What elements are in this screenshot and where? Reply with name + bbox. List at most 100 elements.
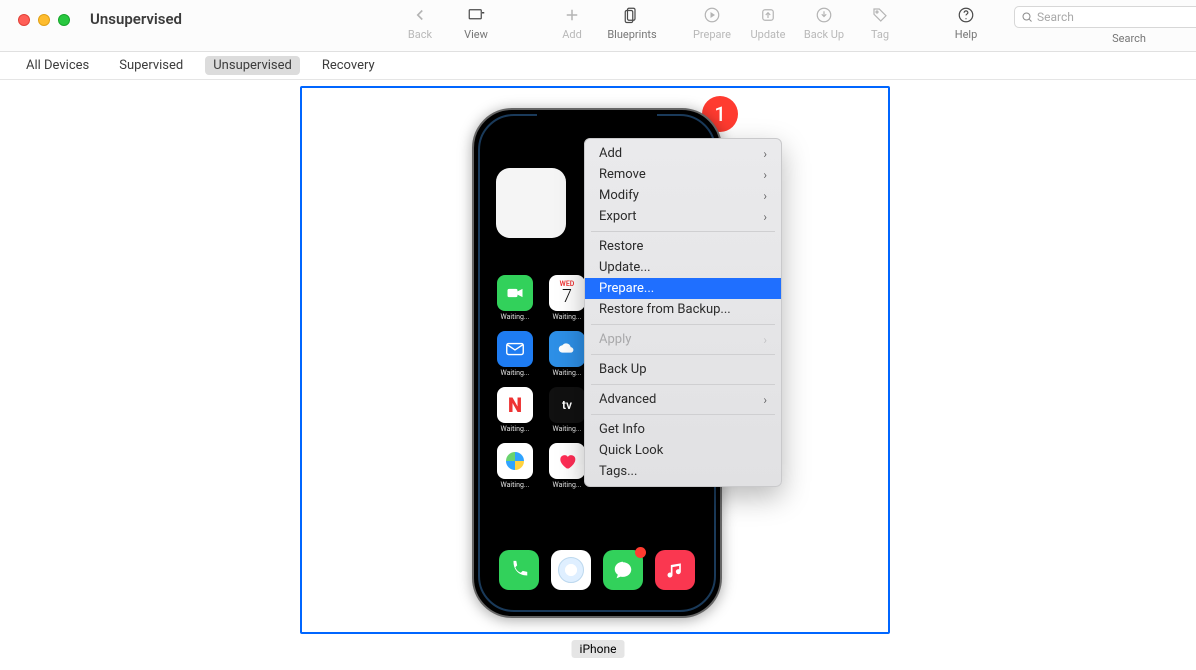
tag-icon xyxy=(871,6,889,24)
menu-separator xyxy=(591,231,775,232)
menu-add[interactable]: Add › xyxy=(585,143,781,164)
mail-icon xyxy=(497,331,533,367)
calendar-date: 7 xyxy=(562,288,572,306)
menu-separator xyxy=(591,354,775,355)
help-button[interactable]: Help xyxy=(938,6,994,50)
menu-label: Apply xyxy=(599,332,631,347)
add-label: Add xyxy=(562,28,582,41)
menu-label: Export xyxy=(599,209,637,224)
plus-icon xyxy=(563,6,581,24)
menu-restore[interactable]: Restore xyxy=(585,236,781,257)
facetime-icon xyxy=(497,275,533,311)
prepare-label: Prepare xyxy=(693,28,731,41)
search-label: Search xyxy=(1112,32,1146,45)
news-icon: N xyxy=(497,387,533,423)
app-tv: tv Waiting... xyxy=(546,387,588,443)
filter-supervised[interactable]: Supervised xyxy=(111,56,191,75)
app-label: Waiting... xyxy=(553,425,582,433)
menu-back-up[interactable]: Back Up xyxy=(585,359,781,380)
filter-all-devices[interactable]: All Devices xyxy=(18,56,97,75)
app-label: Waiting... xyxy=(501,425,530,433)
blueprints-label: Blueprints xyxy=(607,28,656,41)
search-input[interactable] xyxy=(1037,10,1196,24)
chevron-left-icon xyxy=(411,6,429,24)
chevron-right-icon: › xyxy=(763,147,767,161)
menu-label: Modify xyxy=(599,188,639,203)
tag-label: Tag xyxy=(871,28,889,41)
menu-label: Update... xyxy=(599,260,651,275)
app-facetime: Waiting... xyxy=(494,275,536,331)
app-label: Waiting... xyxy=(553,369,582,377)
menu-advanced[interactable]: Advanced› xyxy=(585,389,781,410)
update-label: Update xyxy=(751,28,786,41)
device-browser: 1 Waiting... WED 7 Waiting... xyxy=(0,80,1196,670)
menu-tags[interactable]: Tags... xyxy=(585,461,781,482)
toolbar: Back View Add Blueprints Prepare Update … xyxy=(182,0,1196,52)
menu-remove[interactable]: Remove› xyxy=(585,164,781,185)
chevron-right-icon: › xyxy=(763,210,767,224)
menu-update[interactable]: Update... xyxy=(585,257,781,278)
filter-recovery[interactable]: Recovery xyxy=(314,56,383,75)
zoom-window-button[interactable] xyxy=(58,14,70,26)
backup-label: Back Up xyxy=(804,28,844,41)
app-label: Waiting... xyxy=(553,481,582,489)
phone-notch xyxy=(537,110,657,132)
app-weather: Waiting... xyxy=(546,331,588,387)
back-button[interactable]: Back xyxy=(392,6,448,50)
menu-separator xyxy=(591,384,775,385)
app-maps: Waiting... xyxy=(494,443,536,499)
backup-button[interactable]: Back Up xyxy=(796,6,852,50)
maps-icon xyxy=(497,443,533,479)
menu-prepare[interactable]: Prepare... xyxy=(585,278,781,299)
menu-separator xyxy=(591,324,775,325)
search-container: Search xyxy=(1014,6,1196,45)
calendar-icon: WED 7 xyxy=(549,275,585,311)
help-label: Help xyxy=(955,28,978,41)
device-context-menu: Add› Remove› Modify› Export› Restore Upd… xyxy=(584,138,782,487)
add-button[interactable]: Add xyxy=(544,6,600,50)
close-window-button[interactable] xyxy=(18,14,30,26)
chevron-right-icon: › xyxy=(763,189,767,203)
tag-button[interactable]: Tag xyxy=(852,6,908,50)
menu-get-info[interactable]: Get Info xyxy=(585,419,781,440)
menu-restore-from-backup[interactable]: Restore from Backup... xyxy=(585,299,781,320)
filter-unsupervised[interactable]: Unsupervised xyxy=(205,56,300,75)
app-label: Waiting... xyxy=(553,313,582,321)
prepare-button[interactable]: Prepare xyxy=(684,6,740,50)
menu-label: Add xyxy=(599,146,622,161)
menu-label: Back Up xyxy=(599,362,647,377)
device-caption[interactable]: iPhone xyxy=(572,640,625,658)
menu-label: Get Info xyxy=(599,422,645,437)
view-label: View xyxy=(464,28,488,41)
music-icon xyxy=(655,550,695,590)
search-field[interactable] xyxy=(1014,6,1196,28)
chevron-right-icon: › xyxy=(763,393,767,407)
menu-label: Remove xyxy=(599,167,646,182)
view-button[interactable]: View xyxy=(448,6,504,50)
chevron-right-icon: › xyxy=(763,333,767,347)
back-label: Back xyxy=(408,28,432,41)
minimize-window-button[interactable] xyxy=(38,14,50,26)
prepare-icon xyxy=(703,6,721,24)
update-button[interactable]: Update xyxy=(740,6,796,50)
app-mail: Waiting... xyxy=(494,331,536,387)
app-health: Waiting... xyxy=(546,443,588,499)
menu-modify[interactable]: Modify › xyxy=(585,185,781,206)
app-news: N Waiting... xyxy=(494,387,536,443)
phone-app-icon xyxy=(499,550,539,590)
menu-label: Quick Look xyxy=(599,443,663,458)
titlebar: Unsupervised Back View Add Blueprints Pr… xyxy=(0,0,1196,52)
app-label: Waiting... xyxy=(501,369,530,377)
health-icon xyxy=(549,443,585,479)
home-widget xyxy=(496,168,566,238)
safari-icon xyxy=(551,550,591,590)
device-selection[interactable]: 1 Waiting... WED 7 Waiting... xyxy=(300,86,890,634)
blueprints-button[interactable]: Blueprints xyxy=(600,6,664,50)
menu-quick-look[interactable]: Quick Look xyxy=(585,440,781,461)
update-icon xyxy=(759,6,777,24)
filter-bar: All Devices Supervised Unsupervised Reco… xyxy=(0,52,1196,80)
search-icon xyxy=(1021,11,1033,23)
menu-export[interactable]: Export › xyxy=(585,206,781,227)
home-app-grid: Waiting... WED 7 Waiting... Waiting... xyxy=(494,275,588,499)
tv-icon: tv xyxy=(549,387,585,423)
